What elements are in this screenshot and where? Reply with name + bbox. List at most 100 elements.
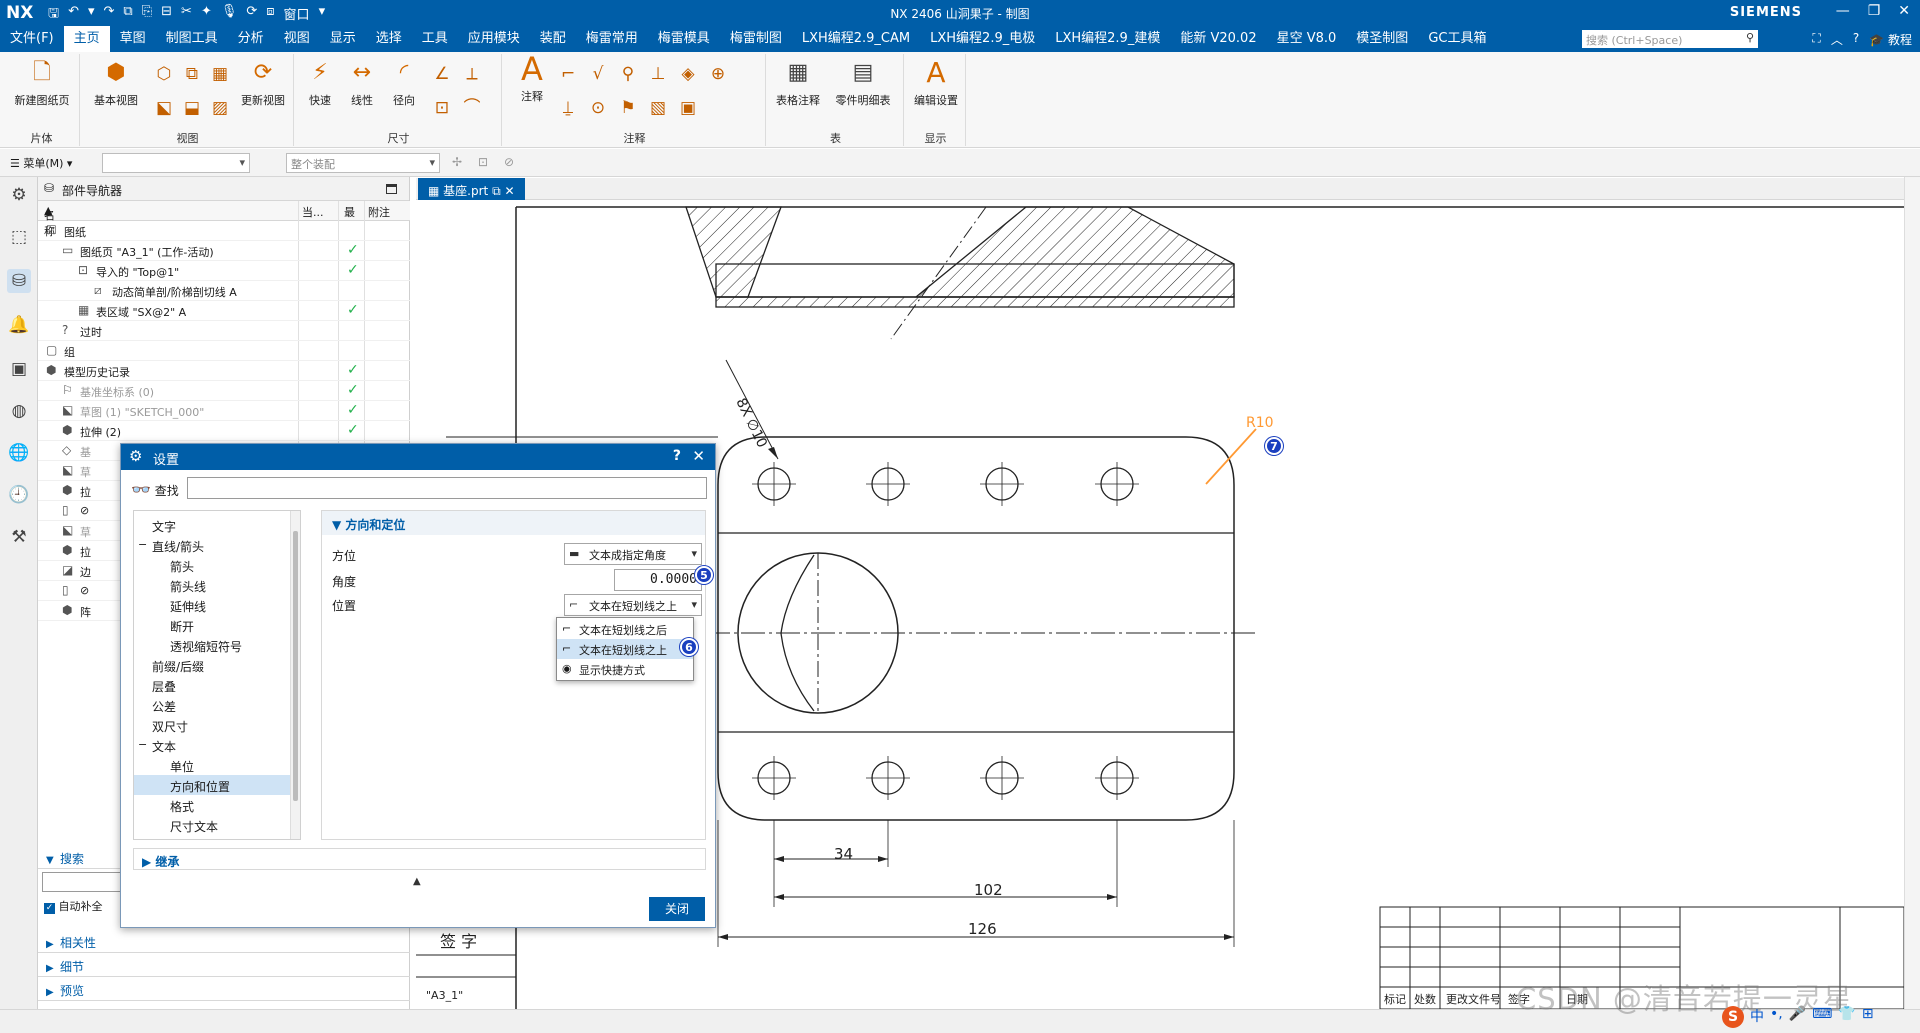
settings-tree-item[interactable]: 断开 — [134, 615, 290, 635]
reuse-library-icon[interactable]: ▣ — [7, 357, 31, 381]
menu-tab[interactable]: 装配 — [530, 26, 576, 52]
close-button[interactable]: 关闭 — [649, 897, 705, 921]
ime-keyboard-icon[interactable]: ⌨ — [1812, 1006, 1832, 1028]
bell-icon[interactable]: 🔔 — [7, 313, 31, 337]
tabular-note-button[interactable]: ▦ 表格注释 — [770, 58, 826, 108]
id-symbol-icon[interactable]: ⍊ — [556, 96, 580, 120]
snap-icon[interactable]: ✢ — [452, 155, 462, 169]
autocomplete-checkbox[interactable]: ✓ — [44, 903, 55, 914]
dimension-34[interactable]: 34 — [834, 845, 853, 863]
base-view-button[interactable]: ⬢ 基本视图 — [88, 58, 144, 108]
settings-tree-item[interactable]: 文字 — [134, 515, 290, 535]
help-button[interactable]: ? — [673, 448, 681, 464]
view-align-icon[interactable]: ⬓ — [180, 96, 204, 120]
menu-tab[interactable]: 主页 — [63, 26, 110, 52]
settings-tree-item[interactable]: 双尺寸 — [134, 715, 290, 735]
select-all-icon[interactable]: ⊡ — [478, 155, 488, 169]
hd3d-icon[interactable]: ◍ — [7, 399, 31, 423]
tree-row[interactable]: ▭ 图纸页 "A3_1" (工作-活动) ✓ — [38, 241, 410, 261]
menu-tab[interactable]: 应用模块 — [458, 26, 530, 52]
option-text-above-stub[interactable]: ⌐ 文本在短划线之上 — [557, 639, 693, 659]
sogou-icon[interactable]: S — [1722, 1006, 1744, 1028]
tab-float-icon[interactable]: ⧉ — [492, 184, 501, 198]
tree-row[interactable]: ▢ 组 — [38, 341, 410, 361]
collapse-ribbon-icon[interactable]: ︿ — [1831, 31, 1843, 48]
tree-row[interactable]: ⧄ 动态简单剖/阶梯剖切线 A — [38, 281, 410, 301]
option-show-shortcuts[interactable]: ◉ 显示快捷方式 — [557, 659, 693, 679]
dimension-126[interactable]: 126 — [968, 920, 997, 938]
option-text-after-stub[interactable]: ⌐ 文本在短划线之后 — [557, 619, 693, 639]
ordinate-dimension-icon[interactable]: ⊡ — [430, 96, 454, 120]
radius-dimension[interactable]: R10 — [1246, 415, 1274, 431]
feature-control-frame-icon[interactable]: ⌐ — [556, 62, 580, 86]
menu-tab[interactable]: 文件(F) — [0, 26, 64, 52]
view-break-icon[interactable]: ⬕ — [152, 96, 176, 120]
gear-icon[interactable]: ⚙ — [7, 183, 31, 207]
ime-apps-icon[interactable]: ⊞ — [1862, 1006, 1874, 1028]
view-border-icon[interactable]: ▨ — [208, 96, 232, 120]
section-view-icon[interactable]: ⧉ — [180, 62, 204, 86]
settings-tree-item[interactable]: − 直线/箭头 — [134, 535, 290, 555]
collapse-toggle-icon[interactable]: − — [138, 538, 147, 551]
tree-row[interactable]: ▦ 表区域 "SX@2" A ✓ — [38, 301, 410, 321]
menu-tab[interactable]: LXH编程2.9_建模 — [1045, 26, 1170, 52]
tutorial-button[interactable]: 🎓 教程 — [1869, 31, 1912, 48]
menu-tab[interactable]: LXH编程2.9_CAM — [792, 26, 920, 52]
col-notes[interactable]: 附注 — [368, 204, 390, 220]
angle-input[interactable]: 0.0000 — [614, 569, 702, 591]
tree-scrollbar[interactable] — [290, 511, 300, 839]
menu-tab[interactable]: 显示 — [320, 26, 366, 52]
menu-tab[interactable]: 分析 — [228, 26, 274, 52]
orientation-select[interactable]: ▬ 文本成指定角度 — [564, 543, 702, 565]
note-button[interactable]: A 注释 — [508, 53, 556, 104]
settings-tree-item[interactable]: 参考 — [134, 835, 290, 839]
close-window-button[interactable]: ✕ — [1898, 3, 1910, 19]
tree-row[interactable]: ⬕ 草图 (1) "SKETCH_000" ✓ — [38, 401, 410, 421]
ime-mic-icon[interactable]: 🎤 — [1789, 1006, 1806, 1028]
datum-target-icon[interactable]: ⊥ — [646, 62, 670, 86]
selection-scope-combo[interactable]: 整个装配 — [286, 153, 440, 173]
surface-finish-icon[interactable]: ⊙ — [586, 96, 610, 120]
collapse-toggle-icon[interactable]: − — [138, 738, 147, 751]
command-search-input[interactable]: 搜索 (Ctrl+Space) ⚲ — [1582, 30, 1758, 48]
help-icon[interactable]: ? — [1853, 31, 1859, 48]
fill-pattern-icon[interactable]: ◈ — [676, 62, 700, 86]
web-browser-icon[interactable]: 🌐 — [7, 441, 31, 465]
settings-tree-item[interactable]: − 文本 — [134, 735, 290, 755]
col-current[interactable]: 当... — [302, 204, 324, 220]
menu-tab[interactable]: LXH编程2.9_电极 — [920, 26, 1045, 52]
position-select[interactable]: ⌐ 文本在短划线之上 — [564, 594, 702, 616]
image-icon[interactable]: ▣ — [676, 96, 700, 120]
menu-tab[interactable]: 模圣制图 — [1346, 26, 1418, 52]
tools-icon[interactable]: ⚒ — [7, 525, 31, 549]
minimize-button[interactable]: — — [1836, 3, 1850, 19]
tree-row[interactable]: ⬢ 拉伸 (2) ✓ — [38, 421, 410, 441]
settings-tree-item[interactable]: 前缀/后缀 — [134, 655, 290, 675]
vertical-scrollbar[interactable] — [1904, 177, 1920, 1009]
document-tab[interactable]: ▦ 基座.prt ⧉ ✕ — [418, 178, 525, 200]
settings-tree-item[interactable]: 透视缩短符号 — [134, 635, 290, 655]
settings-tree-item[interactable]: 箭头 — [134, 555, 290, 575]
radial-dimension-button[interactable]: ◜ 径向 — [384, 58, 424, 108]
dimension-102[interactable]: 102 — [974, 881, 1003, 899]
inherit-section[interactable]: ▶ 继承 — [133, 848, 706, 870]
type-filter-combo[interactable] — [102, 153, 250, 173]
hatch-icon[interactable]: ▧ — [646, 96, 670, 120]
col-latest[interactable]: 最 — [344, 204, 355, 220]
chamfer-dimension-icon[interactable]: ⟂ — [460, 62, 484, 86]
find-input[interactable] — [187, 477, 707, 499]
maximize-panel-icon[interactable] — [386, 184, 397, 194]
edit-settings-button[interactable]: A 编辑设置 — [910, 58, 962, 108]
rapid-dimension-button[interactable]: ⚡ 快速 — [300, 58, 340, 108]
tab-close-icon[interactable]: ✕ — [504, 184, 514, 198]
scrollbar-thumb[interactable] — [293, 531, 298, 801]
settings-tree-item[interactable]: 格式 — [134, 795, 290, 815]
settings-tree-item[interactable]: 公差 — [134, 695, 290, 715]
menu-tab[interactable]: 视图 — [274, 26, 320, 52]
restore-button[interactable]: ❐ — [1868, 3, 1881, 19]
arc-length-icon[interactable]: ⌒ — [460, 96, 484, 120]
preview-section[interactable]: ▶ 预览 — [38, 977, 410, 1001]
menu-tab[interactable]: GC工具箱 — [1418, 26, 1496, 52]
menu-tab[interactable]: 选择 — [366, 26, 412, 52]
linear-dimension-button[interactable]: ↔ 线性 — [342, 58, 382, 108]
